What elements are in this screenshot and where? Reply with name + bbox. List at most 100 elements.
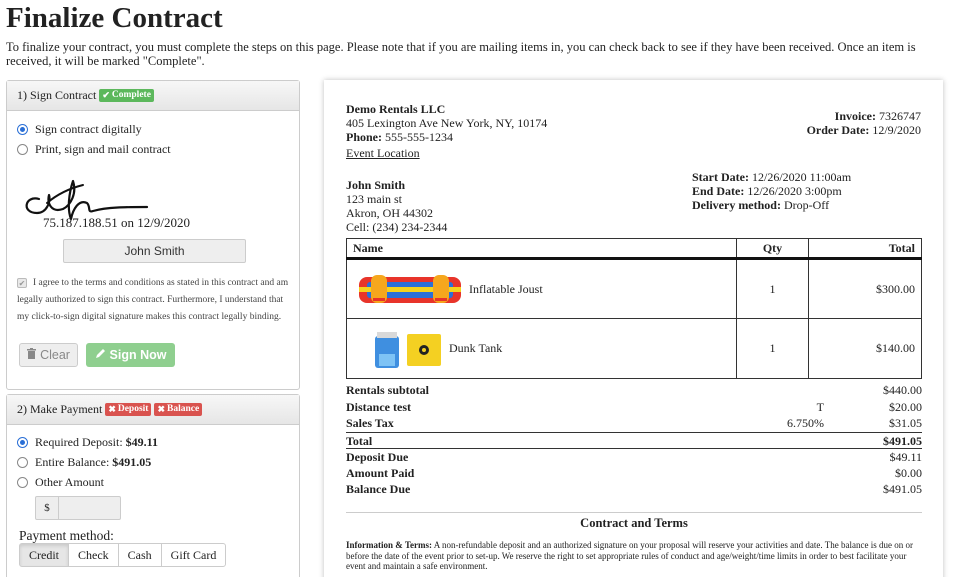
invoice-document: Demo Rentals LLC 405 Lexington Ave New Y…: [324, 80, 943, 577]
totals-row: Amount Paid $0.00: [346, 465, 922, 482]
deposit-amount: $49.11: [125, 434, 158, 449]
print-mail-option[interactable]: Print, sign and mail contract: [7, 139, 299, 159]
currency-addon: $: [35, 496, 59, 520]
terms-agreement-text: I agree to the terms and conditions as s…: [17, 278, 289, 322]
item-qty: 1: [736, 258, 809, 319]
payment-method-group: Credit Check Cash Gift Card: [19, 543, 227, 567]
deposit-badge-label: Deposit: [117, 404, 149, 414]
other-amount-input[interactable]: [59, 496, 121, 520]
col-qty: Qty: [736, 238, 809, 260]
dunk-tank-image: [375, 331, 441, 368]
other-amount-label: Other Amount: [35, 474, 104, 489]
make-payment-header[interactable]: 2) Make Payment ✖ Deposit ✖ Balance: [7, 395, 299, 425]
start-date: 12/26/2020 11:00am: [751, 170, 852, 184]
other-amount-field: $: [35, 496, 121, 520]
item-name: Inflatable Joust: [469, 281, 543, 296]
end-date-label: End Date:: [692, 184, 745, 198]
customer-name: John Smith: [346, 178, 406, 192]
delivery-row: Delivery method: Drop-Off: [692, 198, 851, 212]
make-payment-title: 2) Make Payment: [17, 402, 103, 416]
check-icon: ✔: [102, 90, 110, 100]
customer-cell: Cell: (234) 234-2344: [346, 220, 448, 234]
totals-value: $31.05: [889, 416, 922, 430]
totals-value: $49.11: [889, 450, 922, 464]
method-cash-button[interactable]: Cash: [117, 543, 162, 567]
payment-method-label: Payment method:: [19, 528, 114, 543]
sign-digitally-label: Sign contract digitally: [35, 121, 142, 136]
sign-digitally-option[interactable]: Sign contract digitally: [7, 119, 299, 139]
sign-contract-panel: 1) Sign Contract ✔ Complete Sign contrac…: [6, 80, 300, 390]
totals-label: Rentals subtotal: [346, 383, 430, 397]
col-total: Total: [808, 238, 922, 260]
delivery-label: Delivery method:: [692, 198, 781, 212]
invoice-label: Invoice:: [834, 109, 876, 123]
totals-value: $20.00: [889, 399, 922, 414]
sign-now-label: Sign Now: [109, 348, 167, 362]
sign-contract-header[interactable]: 1) Sign Contract ✔ Complete: [7, 81, 299, 111]
balance-radio[interactable]: [17, 456, 28, 468]
method-credit-button[interactable]: Credit: [19, 543, 69, 567]
delivery-method: Drop-Off: [783, 198, 830, 212]
deposit-option[interactable]: Required Deposit: $49.11: [7, 432, 299, 452]
print-mail-radio[interactable]: [17, 143, 28, 155]
end-date-row: End Date: 12/26/2020 3:00pm: [692, 184, 851, 198]
event-dates: Start Date: 12/26/2020 11:00am End Date:…: [692, 170, 851, 212]
balance-option[interactable]: Entire Balance: $491.05: [7, 452, 299, 472]
phone-label: Phone:: [346, 130, 382, 144]
other-amount-option[interactable]: Other Amount: [7, 472, 299, 492]
signature-meta: 75.187.188.51 on 12/9/2020: [43, 215, 190, 230]
method-check-button[interactable]: Check: [68, 543, 119, 567]
items-header-row: Name Qty Total: [346, 238, 922, 260]
totals-label: Balance Due: [346, 482, 411, 496]
balance-label: Entire Balance:: [35, 454, 110, 469]
totals-row: Balance Due $491.05: [346, 481, 922, 498]
clear-button-label: Clear: [40, 348, 70, 362]
table-row: Dunk Tank 1 $140.00: [346, 318, 922, 379]
item-total: $140.00: [808, 318, 922, 379]
items-table: Name Qty Total Inflatable Joust 1 $300.0…: [346, 238, 922, 379]
sign-now-button[interactable]: Sign Now: [86, 343, 175, 367]
sign-digitally-radio[interactable]: [17, 123, 28, 135]
terms-checkbox[interactable]: ✔: [17, 278, 27, 288]
item-total: $300.00: [808, 258, 922, 319]
start-date-label: Start Date:: [692, 170, 749, 184]
other-amount-radio[interactable]: [17, 476, 28, 488]
totals-label: Sales Tax: [346, 416, 394, 430]
balance-amount: $491.05: [112, 454, 152, 469]
balance-badge-label: Balance: [167, 404, 200, 414]
item-name-cell: Inflatable Joust: [346, 258, 737, 319]
print-mail-label: Print, sign and mail contract: [35, 141, 171, 156]
terms-paragraph: Information & Terms: A non-refundable de…: [346, 540, 922, 572]
totals-value: $440.00: [883, 383, 922, 397]
inflatable-joust-image: [359, 275, 461, 303]
order-date-row: Order Date: 12/9/2020: [807, 123, 921, 137]
company-address: 405 Lexington Ave New York, NY, 10174: [346, 116, 548, 130]
customer-city: Akron, OH 44302: [346, 206, 433, 220]
totals-label: Distance test: [346, 399, 411, 414]
complete-badge-label: Complete: [111, 90, 151, 100]
totals-row: Sales Tax 6.750% $31.05: [346, 415, 922, 432]
totals-value: $0.00: [895, 465, 922, 480]
col-name: Name: [346, 238, 737, 260]
event-location-link[interactable]: Event Location: [346, 146, 547, 160]
deposit-badge: ✖ Deposit: [105, 403, 152, 416]
totals-value: $491.05: [883, 482, 922, 496]
trash-icon: [27, 348, 37, 362]
make-payment-panel: 2) Make Payment ✖ Deposit ✖ Balance Requ…: [6, 394, 300, 577]
x-icon: ✖: [108, 404, 116, 414]
company-block: Demo Rentals LLC 405 Lexington Ave New Y…: [346, 102, 547, 160]
signer-name-field[interactable]: John Smith: [63, 239, 246, 263]
phone-value: 555-555-1234: [385, 130, 453, 144]
company-name: Demo Rentals LLC: [346, 102, 446, 116]
totals-mid: 6.750%: [787, 416, 824, 430]
clear-button[interactable]: Clear: [19, 343, 78, 367]
deposit-radio[interactable]: [17, 436, 28, 448]
balance-badge: ✖ Balance: [154, 403, 203, 416]
item-name: Dunk Tank: [449, 341, 503, 355]
method-gift-card-button[interactable]: Gift Card: [160, 543, 227, 567]
totals-row: Total $491.05: [346, 431, 922, 449]
totals-mid: T: [816, 399, 824, 414]
start-date-row: Start Date: 12/26/2020 11:00am: [692, 170, 851, 184]
customer-block: John Smith 123 main st Akron, OH 44302 C…: [346, 178, 447, 234]
totals-row: Distance test T $20.00: [346, 399, 922, 416]
